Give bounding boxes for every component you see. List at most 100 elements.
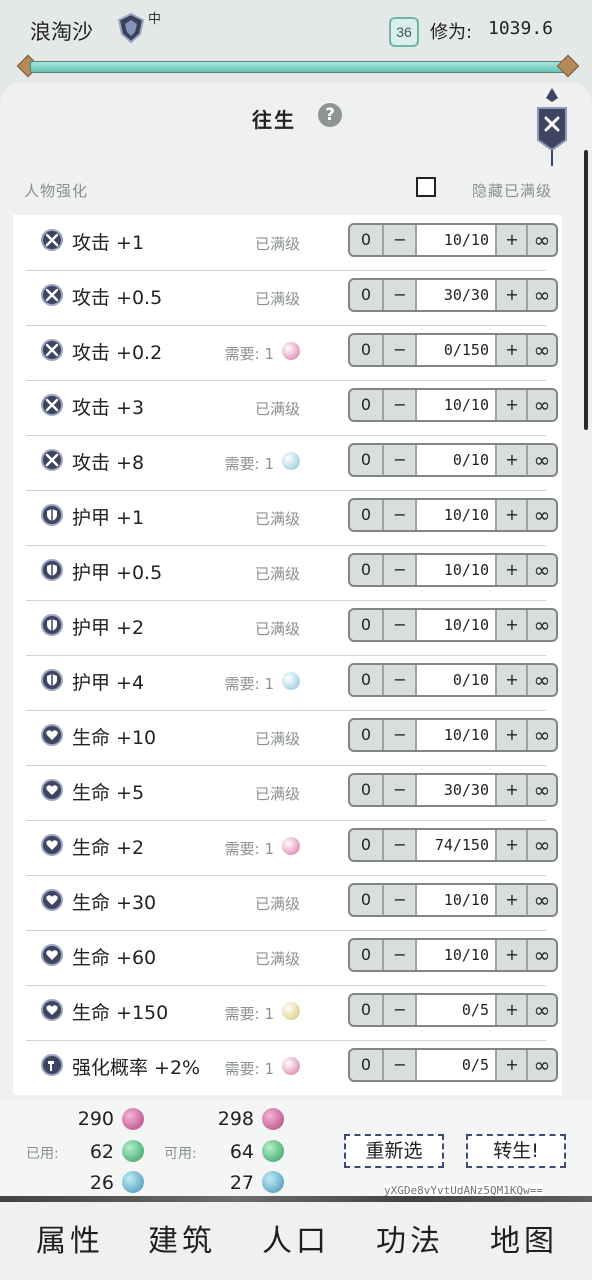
increment-button[interactable]: + <box>497 335 527 365</box>
upgrade-stepper: 0 − 10/10 + ∞ <box>348 223 558 257</box>
max-button[interactable]: ∞ <box>528 445 556 475</box>
set-zero-button[interactable]: 0 <box>350 665 382 695</box>
decrement-button[interactable]: − <box>384 335 416 365</box>
decrement-button[interactable]: − <box>384 665 416 695</box>
set-zero-button[interactable]: 0 <box>350 775 382 805</box>
upgrade-level-value[interactable]: 74/150 <box>417 830 495 860</box>
decrement-button[interactable]: − <box>384 995 416 1025</box>
set-zero-button[interactable]: 0 <box>350 940 382 970</box>
increment-button[interactable]: + <box>497 445 527 475</box>
decrement-button[interactable]: − <box>384 1050 416 1080</box>
increment-button[interactable]: + <box>497 830 527 860</box>
decrement-button[interactable]: − <box>384 775 416 805</box>
upgrade-level-value[interactable]: 10/10 <box>417 940 495 970</box>
upgrade-level-value[interactable]: 10/10 <box>417 555 495 585</box>
upgrade-level-value[interactable]: 10/10 <box>417 390 495 420</box>
max-button[interactable]: ∞ <box>528 390 556 420</box>
decrement-button[interactable]: − <box>384 445 416 475</box>
set-zero-button[interactable]: 0 <box>350 555 382 585</box>
decrement-button[interactable]: − <box>384 500 416 530</box>
increment-button[interactable]: + <box>497 995 527 1025</box>
shield-icon <box>41 614 63 636</box>
increment-button[interactable]: + <box>497 1050 527 1080</box>
decrement-button[interactable]: − <box>384 885 416 915</box>
rank-emblem-icon[interactable] <box>116 12 146 44</box>
set-zero-button[interactable]: 0 <box>350 720 382 750</box>
increment-button[interactable]: + <box>497 610 527 640</box>
increment-button[interactable]: + <box>497 225 527 255</box>
max-button[interactable]: ∞ <box>528 665 556 695</box>
increment-button[interactable]: + <box>497 775 527 805</box>
increment-button[interactable]: + <box>497 390 527 420</box>
upgrade-level-value[interactable]: 30/30 <box>417 775 495 805</box>
max-button[interactable]: ∞ <box>528 775 556 805</box>
upgrade-level-value[interactable]: 0/5 <box>417 1050 495 1080</box>
nav-population[interactable]: 人口 <box>246 1216 346 1260</box>
max-button[interactable]: ∞ <box>528 885 556 915</box>
upgrade-level-value[interactable]: 10/10 <box>417 225 495 255</box>
set-zero-button[interactable]: 0 <box>350 335 382 365</box>
rebirth-button[interactable]: 转生! <box>466 1134 566 1168</box>
decrement-button[interactable]: − <box>384 720 416 750</box>
decrement-button[interactable]: − <box>384 610 416 640</box>
upgrade-level-value[interactable]: 10/10 <box>417 500 495 530</box>
pink-orb-icon <box>282 1057 300 1075</box>
set-zero-button[interactable]: 0 <box>350 225 382 255</box>
max-button[interactable]: ∞ <box>528 335 556 365</box>
set-zero-button[interactable]: 0 <box>350 445 382 475</box>
max-button[interactable]: ∞ <box>528 995 556 1025</box>
nav-techniques[interactable]: 功法 <box>360 1216 460 1260</box>
decrement-button[interactable]: − <box>384 555 416 585</box>
max-button[interactable]: ∞ <box>528 720 556 750</box>
set-zero-button[interactable]: 0 <box>350 995 382 1025</box>
nav-attributes[interactable]: 属性 <box>20 1216 120 1260</box>
upgrade-level-value[interactable]: 0/150 <box>417 335 495 365</box>
panel-title: 往生 <box>252 108 296 132</box>
max-button[interactable]: ∞ <box>528 610 556 640</box>
increment-button[interactable]: + <box>497 720 527 750</box>
decrement-button[interactable]: − <box>384 225 416 255</box>
upgrade-level-value[interactable]: 10/10 <box>417 885 495 915</box>
set-zero-button[interactable]: 0 <box>350 885 382 915</box>
available-blue-count: 27 <box>229 1172 254 1194</box>
hide-maxed-checkbox[interactable] <box>416 177 436 197</box>
max-button[interactable]: ∞ <box>528 500 556 530</box>
decrement-button[interactable]: − <box>384 940 416 970</box>
max-button[interactable]: ∞ <box>528 940 556 970</box>
nav-buildings[interactable]: 建筑 <box>132 1216 232 1260</box>
upgrade-level-value[interactable]: 10/10 <box>417 610 495 640</box>
upgrade-level-value[interactable]: 0/5 <box>417 995 495 1025</box>
blue-orb-icon <box>282 452 300 470</box>
set-zero-button[interactable]: 0 <box>350 390 382 420</box>
set-zero-button[interactable]: 0 <box>350 500 382 530</box>
decrement-button[interactable]: − <box>384 830 416 860</box>
help-icon[interactable]: ? <box>318 103 342 127</box>
increment-button[interactable]: + <box>497 500 527 530</box>
set-zero-button[interactable]: 0 <box>350 830 382 860</box>
max-button[interactable]: ∞ <box>528 555 556 585</box>
max-button[interactable]: ∞ <box>528 830 556 860</box>
max-button[interactable]: ∞ <box>528 225 556 255</box>
increment-button[interactable]: + <box>497 280 527 310</box>
upgrade-level-value[interactable]: 30/30 <box>417 280 495 310</box>
upgrade-level-value[interactable]: 10/10 <box>417 720 495 750</box>
scrollbar[interactable] <box>584 150 588 430</box>
decrement-button[interactable]: − <box>384 390 416 420</box>
nav-map[interactable]: 地图 <box>474 1216 574 1260</box>
increment-button[interactable]: + <box>497 665 527 695</box>
increment-button[interactable]: + <box>497 940 527 970</box>
upgrade-level-value[interactable]: 0/10 <box>417 665 495 695</box>
close-icon[interactable] <box>530 88 574 168</box>
player-name[interactable]: 浪淘沙 <box>30 16 93 46</box>
max-button[interactable]: ∞ <box>528 1050 556 1080</box>
set-zero-button[interactable]: 0 <box>350 610 382 640</box>
increment-button[interactable]: + <box>497 555 527 585</box>
max-button[interactable]: ∞ <box>528 280 556 310</box>
upgrade-row: 护甲 +2 已满级 0 − 10/10 + ∞ <box>26 600 558 656</box>
reselect-button[interactable]: 重新选 <box>344 1134 444 1168</box>
set-zero-button[interactable]: 0 <box>350 1050 382 1080</box>
increment-button[interactable]: + <box>497 885 527 915</box>
set-zero-button[interactable]: 0 <box>350 280 382 310</box>
upgrade-level-value[interactable]: 0/10 <box>417 445 495 475</box>
decrement-button[interactable]: − <box>384 280 416 310</box>
